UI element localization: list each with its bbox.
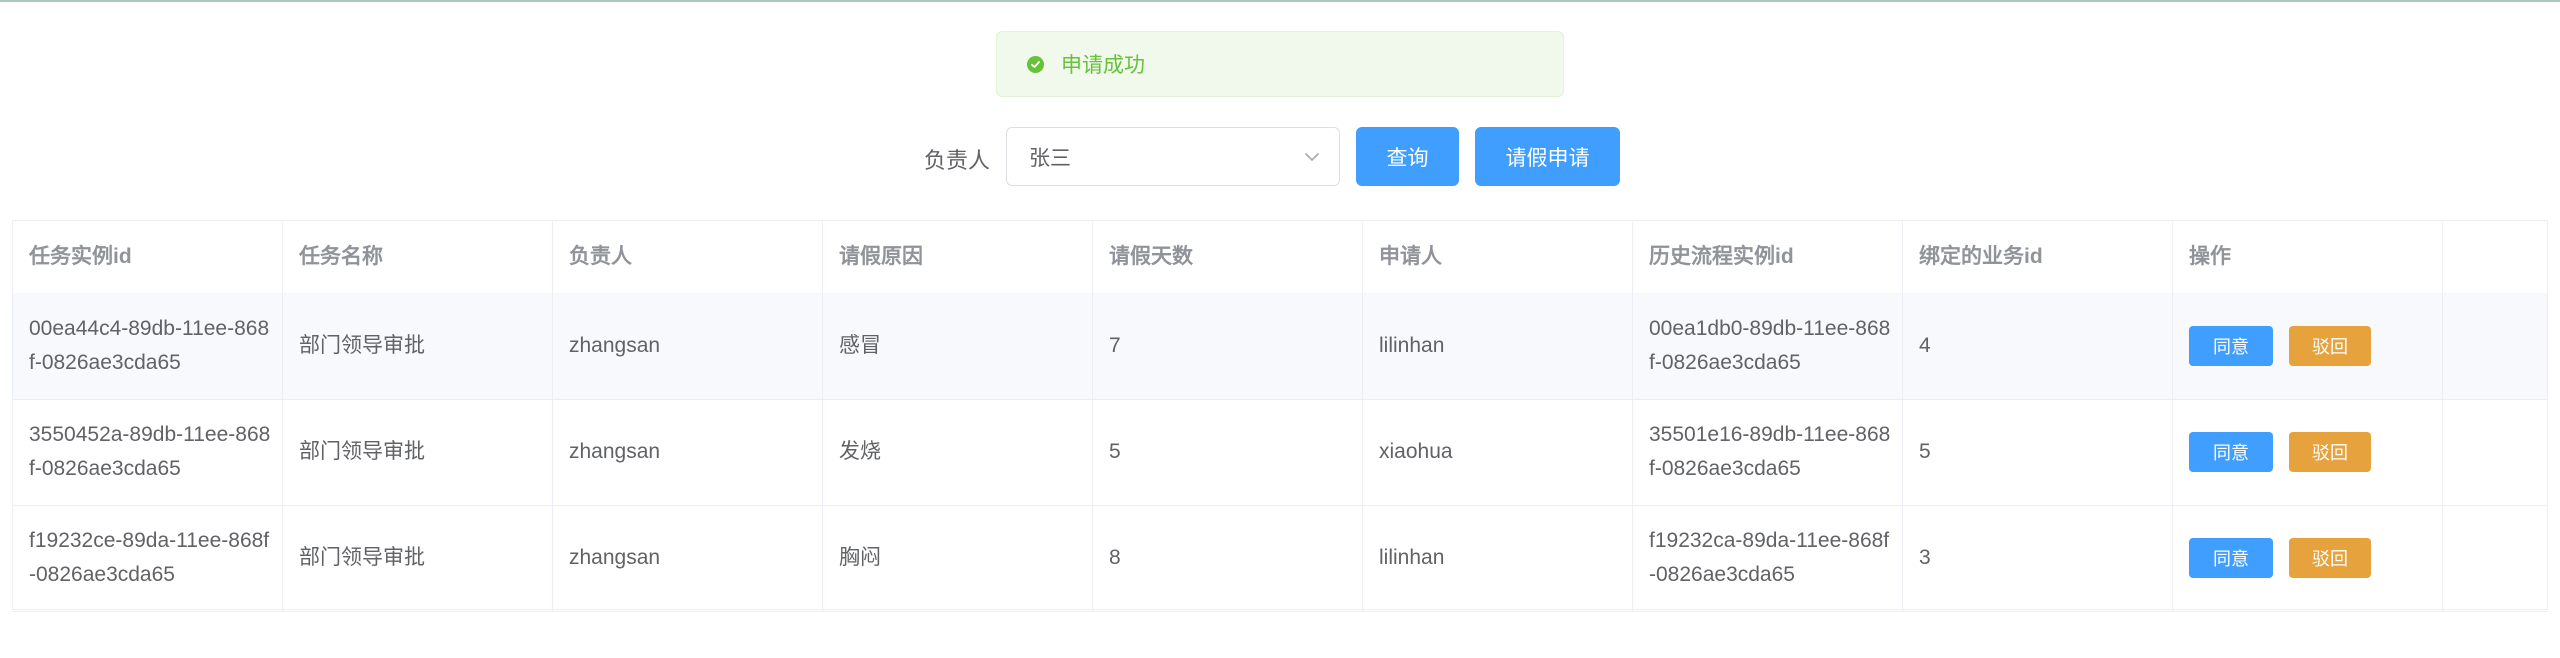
cell-biz-id: 5 (1903, 399, 2173, 505)
cell-days: 8 (1093, 505, 1363, 611)
cell-reason: 感冒 (823, 293, 1093, 399)
header-hist-id: 历史流程实例id (1633, 221, 1903, 293)
table-row: 00ea44c4-89db-11ee-868f-0826ae3cda65 部门领… (13, 293, 2547, 400)
cell-actions: 同意 驳回 (2173, 293, 2443, 399)
cell-biz-id: 3 (1903, 505, 2173, 611)
cell-days: 5 (1093, 399, 1363, 505)
agree-button[interactable]: 同意 (2189, 538, 2273, 578)
cell-task-name: 部门领导审批 (283, 505, 553, 611)
header-task-name: 任务名称 (283, 221, 553, 293)
top-border (0, 0, 2560, 2)
agree-button[interactable]: 同意 (2189, 432, 2273, 472)
cell-task-name: 部门领导审批 (283, 399, 553, 505)
chevron-down-icon (1303, 148, 1321, 171)
cell-biz-id: 4 (1903, 293, 2173, 399)
header-applicant: 申请人 (1363, 221, 1633, 293)
header-assignee: 负责人 (553, 221, 823, 293)
check-circle-icon (1027, 55, 1044, 73)
owner-select-value: 张三 (1029, 146, 1071, 170)
cell-hist-id: 00ea1db0-89db-11ee-868f-0826ae3cda65 (1649, 317, 1891, 374)
cell-reason: 发烧 (823, 399, 1093, 505)
header-reason: 请假原因 (823, 221, 1093, 293)
reject-button[interactable]: 驳回 (2289, 432, 2371, 472)
cell-task-name: 部门领导审批 (283, 293, 553, 399)
cell-reason: 胸闷 (823, 505, 1093, 611)
query-button[interactable]: 查询 (1356, 127, 1459, 186)
table-row: 3550452a-89db-11ee-868f-0826ae3cda65 部门领… (13, 399, 2547, 506)
reject-button[interactable]: 驳回 (2289, 326, 2371, 366)
cell-days: 7 (1093, 293, 1363, 399)
reject-button[interactable]: 驳回 (2289, 538, 2371, 578)
table-header: 任务实例id 任务名称 负责人 请假原因 请假天数 申请人 历史流程实例id 绑… (13, 221, 2547, 294)
cell-actions: 同意 驳回 (2173, 505, 2443, 611)
cell-task-id: f19232ce-89da-11ee-868f-0826ae3cda65 (29, 529, 270, 586)
task-table: 任务实例id 任务名称 负责人 请假原因 请假天数 申请人 历史流程实例id 绑… (12, 220, 2548, 612)
agree-button[interactable]: 同意 (2189, 326, 2273, 366)
cell-task-id: 3550452a-89db-11ee-868f-0826ae3cda65 (29, 423, 271, 480)
leave-request-button[interactable]: 请假申请 (1475, 127, 1620, 186)
table-row: f19232ce-89da-11ee-868f-0826ae3cda65 部门领… (13, 505, 2547, 612)
cell-actions: 同意 驳回 (2173, 399, 2443, 505)
cell-applicant: xiaohua (1363, 399, 1633, 505)
cell-assignee: zhangsan (553, 505, 823, 611)
message-text: 申请成功 (1061, 54, 1145, 77)
cell-applicant: lilinhan (1363, 293, 1633, 399)
cell-assignee: zhangsan (553, 399, 823, 505)
cell-assignee: zhangsan (553, 293, 823, 399)
cell-hist-id: 35501e16-89db-11ee-868f-0826ae3cda65 (1649, 423, 1891, 480)
header-task-id: 任务实例id (13, 221, 283, 293)
success-message: 申请成功 (996, 31, 1564, 97)
cell-applicant: lilinhan (1363, 505, 1633, 611)
cell-hist-id: f19232ca-89da-11ee-868f-0826ae3cda65 (1649, 529, 1890, 586)
header-actions: 操作 (2173, 221, 2443, 293)
owner-select[interactable]: 张三 (1006, 127, 1340, 186)
owner-label: 负责人 (924, 148, 991, 173)
header-days: 请假天数 (1093, 221, 1363, 293)
cell-task-id: 00ea44c4-89db-11ee-868f-0826ae3cda65 (29, 317, 270, 374)
header-biz-id: 绑定的业务id (1903, 221, 2173, 293)
